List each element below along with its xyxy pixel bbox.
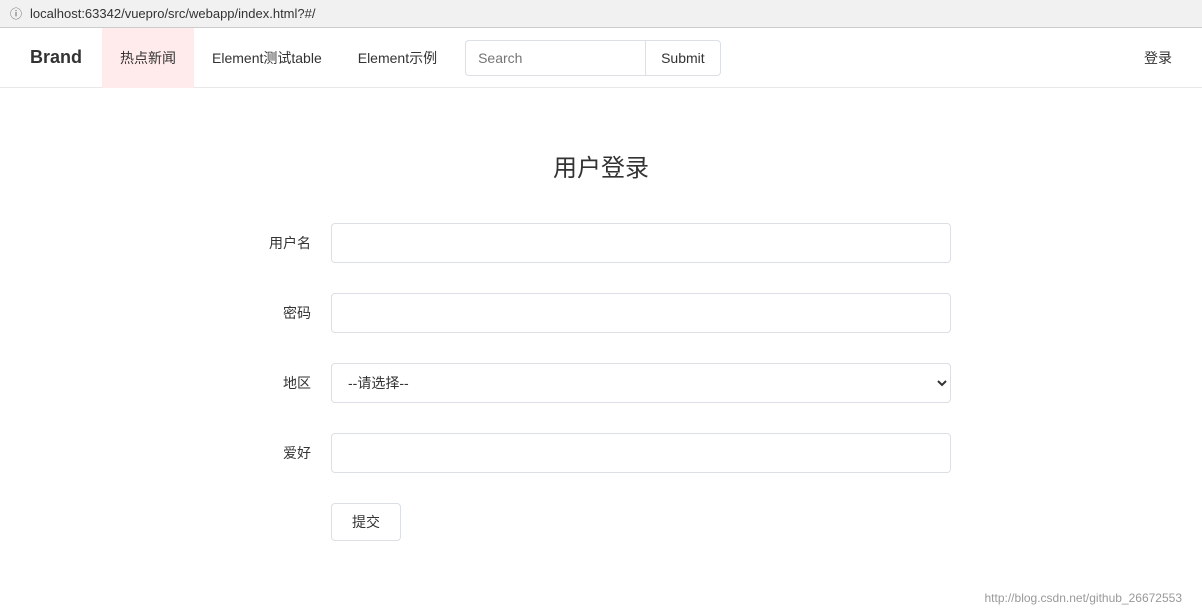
form-label-password: 密码 xyxy=(251,303,331,323)
search-input[interactable] xyxy=(465,40,645,76)
form-label-hobby: 爱好 xyxy=(251,443,331,463)
main-content: 用户登录 用户名 密码 地区 --请选择-- 爱好 提交 xyxy=(0,88,1202,581)
navbar-item-hot-news[interactable]: 热点新闻 xyxy=(102,28,194,88)
navbar-item-hot-news-label: 热点新闻 xyxy=(120,48,176,68)
form-row-password: 密码 xyxy=(251,293,951,333)
navbar-item-element-example-label: Element示例 xyxy=(358,48,437,68)
hobby-input[interactable] xyxy=(331,433,951,473)
region-select[interactable]: --请选择-- xyxy=(331,363,951,403)
search-submit-button[interactable]: Submit xyxy=(645,40,721,76)
username-input[interactable] xyxy=(331,223,951,263)
navbar-brand[interactable]: Brand xyxy=(10,47,102,68)
navbar-login[interactable]: 登录 xyxy=(1124,48,1192,68)
footer: http://blog.csdn.net/github_26672553 xyxy=(0,581,1202,615)
search-submit-label: Submit xyxy=(661,50,705,66)
form-row-region: 地区 --请选择-- xyxy=(251,363,951,403)
form-row-username: 用户名 xyxy=(251,223,951,263)
navbar: Brand 热点新闻 Element测试table Element示例 Subm… xyxy=(0,28,1202,88)
form-label-username: 用户名 xyxy=(251,233,331,253)
navbar-item-element-example[interactable]: Element示例 xyxy=(340,28,455,88)
footer-text: http://blog.csdn.net/github_26672553 xyxy=(985,591,1183,605)
navbar-item-element-table-label: Element测试table xyxy=(212,48,322,68)
form-title: 用户登录 xyxy=(251,148,951,183)
browser-icon: ⓘ xyxy=(10,5,22,22)
form-label-region: 地区 xyxy=(251,373,331,393)
form-row-hobby: 爱好 xyxy=(251,433,951,473)
form-submit-row: 提交 xyxy=(251,503,951,541)
form-container: 用户登录 用户名 密码 地区 --请选择-- 爱好 提交 xyxy=(251,128,951,541)
browser-url: localhost:63342/vuepro/src/webapp/index.… xyxy=(30,6,315,21)
browser-bar: ⓘ localhost:63342/vuepro/src/webapp/inde… xyxy=(0,0,1202,28)
navbar-item-element-table[interactable]: Element测试table xyxy=(194,28,340,88)
navbar-search: Submit xyxy=(465,40,721,76)
password-input[interactable] xyxy=(331,293,951,333)
form-submit-button[interactable]: 提交 xyxy=(331,503,401,541)
